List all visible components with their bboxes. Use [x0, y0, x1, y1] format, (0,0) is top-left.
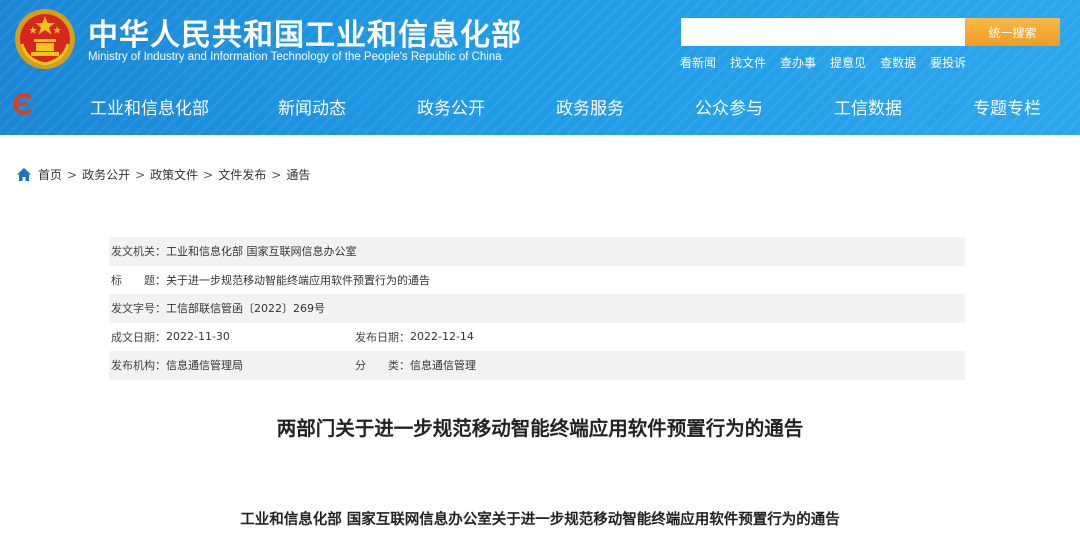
- created-date-value: 2022-11-30: [166, 330, 230, 344]
- created-date-label: 成文日期：: [111, 330, 166, 344]
- search-input[interactable]: [681, 18, 967, 46]
- published-date-label: 发布日期：: [355, 330, 410, 344]
- quick-link-data[interactable]: 查数据: [880, 54, 916, 71]
- issuer-value: 工业和信息化部 国家互联网信息办公室: [166, 245, 357, 259]
- quick-links: 看新闻 找文件 查办事 提意见 查数据 要投诉: [680, 54, 966, 71]
- breadcrumb-gov-info[interactable]: 政务公开: [82, 166, 130, 183]
- site-header: 中华人民共和国工业和信息化部 Ministry of Industry and …: [0, 0, 1080, 135]
- meta-row-doc-number: 发文字号： 工信部联信管函〔2022〕269号: [109, 294, 965, 323]
- national-emblem-icon[interactable]: [14, 8, 76, 70]
- breadcrumb-policy-docs[interactable]: 政策文件: [150, 166, 198, 183]
- meta-row-org: 发布机构： 信息通信管理局 分 类： 信息通信管理: [109, 351, 965, 380]
- main-nav: 工业和信息化部 新闻动态 政务公开 政务服务 公众参与 工信数据 专题专栏: [0, 82, 1080, 128]
- breadcrumb-separator: >: [271, 167, 282, 182]
- created-date-cell: 成文日期： 2022-11-30: [111, 329, 355, 345]
- breadcrumb: 首页 > 政务公开 > 政策文件 > 文件发布 > 通告: [17, 166, 310, 183]
- miit-logo-icon[interactable]: [13, 93, 35, 115]
- title-value: 关于进一步规范移动智能终端应用软件预置行为的通告: [166, 273, 430, 287]
- quick-link-complaint[interactable]: 要投诉: [930, 54, 966, 71]
- document-subtitle: 工业和信息化部 国家互联网信息办公室关于进一步规范移动智能终端应用软件预置行为的…: [240, 511, 840, 528]
- quick-link-files[interactable]: 找文件: [730, 54, 766, 71]
- published-date-cell: 发布日期： 2022-12-14: [355, 329, 474, 345]
- category-cell: 分 类： 信息通信管理: [355, 357, 476, 373]
- quick-link-news[interactable]: 看新闻: [680, 54, 716, 71]
- org-label: 发布机构：: [111, 359, 166, 373]
- org-value: 信息通信管理局: [166, 359, 243, 373]
- issuer-label: 发文机关：: [111, 245, 166, 259]
- site-title-english: Ministry of Industry and Information Tec…: [88, 51, 502, 63]
- breadcrumb-notice[interactable]: 通告: [286, 166, 310, 183]
- quick-link-services[interactable]: 查办事: [780, 54, 816, 71]
- document-title: 两部门关于进一步规范移动智能终端应用软件预置行为的通告: [276, 417, 804, 440]
- meta-row-dates: 成文日期： 2022-11-30 发布日期： 2022-12-14: [109, 323, 965, 352]
- unified-search-button[interactable]: 统一搜索: [965, 18, 1060, 46]
- nav-item-public-participation[interactable]: 公众参与: [695, 94, 763, 119]
- site-title[interactable]: 中华人民共和国工业和信息化部: [88, 10, 522, 54]
- breadcrumb-separator: >: [67, 167, 78, 182]
- title-label: 标 题：: [111, 273, 166, 287]
- home-icon: [17, 168, 31, 181]
- nav-item-gov-info[interactable]: 政务公开: [417, 94, 485, 119]
- category-value: 信息通信管理: [410, 359, 476, 373]
- breadcrumb-home[interactable]: 首页: [38, 166, 62, 183]
- nav-item-gov-services[interactable]: 政务服务: [556, 94, 624, 119]
- nav-item-special-topics[interactable]: 专题专栏: [973, 94, 1041, 119]
- published-date-value: 2022-12-14: [410, 330, 474, 344]
- breadcrumb-doc-release[interactable]: 文件发布: [218, 166, 266, 183]
- doc-number-label: 发文字号：: [111, 302, 166, 316]
- category-label: 分 类：: [355, 359, 410, 373]
- breadcrumb-separator: >: [203, 167, 214, 182]
- breadcrumb-separator: >: [135, 167, 146, 182]
- quick-link-feedback[interactable]: 提意见: [830, 54, 866, 71]
- nav-item-miit[interactable]: 工业和信息化部: [90, 94, 209, 119]
- nav-item-news[interactable]: 新闻动态: [278, 94, 346, 119]
- doc-number-value: 工信部联信管函〔2022〕269号: [166, 302, 325, 316]
- document-metadata: 发文机关： 工业和信息化部 国家互联网信息办公室 标 题： 关于进一步规范移动智…: [109, 237, 965, 380]
- nav-item-data[interactable]: 工信数据: [834, 94, 902, 119]
- meta-row-issuer: 发文机关： 工业和信息化部 国家互联网信息办公室: [109, 237, 965, 266]
- meta-row-title: 标 题： 关于进一步规范移动智能终端应用软件预置行为的通告: [109, 266, 965, 295]
- org-cell: 发布机构： 信息通信管理局: [111, 357, 355, 373]
